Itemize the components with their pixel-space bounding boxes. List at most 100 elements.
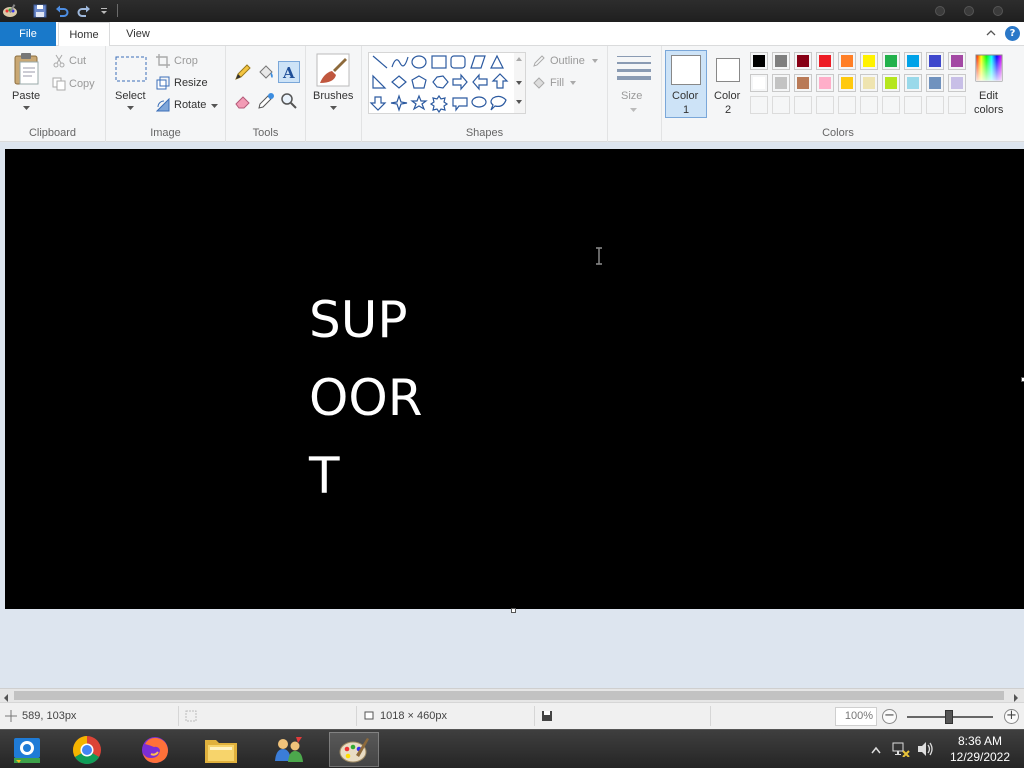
horizontal-scrollbar[interactable] [0,688,1024,702]
zoom-out-button[interactable]: − [882,709,897,724]
palette-swatch[interactable] [816,52,834,70]
pencil-tool-icon[interactable] [234,63,252,81]
tab-file[interactable]: File [0,22,56,46]
select-dropdown-icon[interactable] [127,106,134,111]
custom-color-slot[interactable] [772,96,790,114]
zoom-in-button[interactable]: + [1004,709,1019,724]
palette-swatch[interactable] [816,74,834,92]
brushes-dropdown-icon[interactable] [330,106,337,111]
close-button[interactable] [993,6,1003,16]
resize-icon [156,76,170,90]
rotate-dropdown-icon[interactable] [211,104,218,109]
fill-dropdown-icon[interactable] [570,81,576,85]
palette-swatch[interactable] [750,74,768,92]
size-button[interactable]: Size [621,90,642,102]
network-icon[interactable] [892,741,910,760]
text-tool-icon[interactable]: A [278,61,300,83]
paste-dropdown-icon[interactable] [23,106,30,111]
palette-swatch[interactable] [860,52,878,70]
drawing-canvas[interactable]: SUP OOR T [5,149,1024,609]
palette-swatch-color [753,55,765,67]
cut-button[interactable]: Cut [69,55,86,67]
minimize-button[interactable] [935,6,945,16]
brushes-icon[interactable] [316,53,350,87]
custom-color-slot[interactable] [882,96,900,114]
help-icon[interactable]: ? [1005,26,1020,41]
taskbar-chrome-remote-desktop[interactable] [2,732,52,767]
rotate-button[interactable]: Rotate [174,99,206,111]
volume-icon[interactable] [916,741,934,760]
crop-button[interactable]: Crop [174,55,198,67]
fill-bucket-icon[interactable] [257,63,275,81]
brushes-button[interactable]: Brushes [313,90,353,102]
edit-colors-icon[interactable] [975,54,1003,82]
palette-swatch[interactable] [926,52,944,70]
custom-color-slot[interactable] [794,96,812,114]
custom-color-slot[interactable] [926,96,944,114]
outline-dropdown-icon[interactable] [592,59,598,63]
palette-swatch[interactable] [860,74,878,92]
custom-color-slot[interactable] [904,96,922,114]
undo-icon[interactable] [54,3,70,19]
resize-button[interactable]: Resize [174,77,208,89]
minimize-ribbon-icon[interactable] [985,27,997,39]
custom-color-slot[interactable] [750,96,768,114]
select-icon[interactable] [115,56,147,82]
maximize-button[interactable] [964,6,974,16]
redo-icon[interactable] [76,3,92,19]
edit-colors-label[interactable]: Edit [979,90,998,102]
text-cursor-icon [594,247,604,268]
palette-swatch[interactable] [948,74,966,92]
palette-swatch[interactable] [904,74,922,92]
fill-button[interactable]: Fill [550,77,564,89]
copy-button[interactable]: Copy [69,78,95,90]
palette-swatch[interactable] [838,52,856,70]
custom-color-slot[interactable] [948,96,966,114]
size-dropdown-icon[interactable] [630,108,637,113]
canvas-workspace[interactable]: SUP OOR T [0,143,1024,688]
palette-swatch[interactable] [904,52,922,70]
resize-handle-bottom[interactable] [511,608,516,613]
zoom-level[interactable]: 100% [835,707,877,726]
palette-swatch[interactable] [948,52,966,70]
outline-button[interactable]: Outline [550,55,585,67]
palette-swatch[interactable] [882,74,900,92]
taskbar-chrome[interactable] [62,732,112,767]
palette-swatch[interactable] [794,74,812,92]
custom-color-slot[interactable] [838,96,856,114]
taskbar-firefox[interactable] [130,732,180,767]
color2-swatch[interactable] [716,58,740,82]
paste-button[interactable]: Paste [12,90,40,102]
palette-swatch[interactable] [772,52,790,70]
paste-icon[interactable] [12,52,42,86]
taskbar-clock[interactable]: 8:36 AM 12/29/2022 [938,733,1022,765]
palette-swatch[interactable] [772,74,790,92]
select-button[interactable]: Select [115,90,146,102]
custom-color-slot[interactable] [816,96,834,114]
tab-view[interactable]: View [114,22,162,46]
shapes-gallery[interactable] [368,52,526,114]
custom-color-slot[interactable] [860,96,878,114]
taskbar-paint[interactable] [329,732,379,767]
palette-swatch[interactable] [882,52,900,70]
customize-quick-access-icon[interactable] [96,3,112,19]
palette-swatch[interactable] [750,52,768,70]
zoom-slider-thumb[interactable] [945,710,953,724]
edit-colors-label-2[interactable]: colors [974,104,1003,116]
palette-swatch-color [951,77,963,89]
color-picker-icon[interactable] [257,92,275,110]
palette-swatch[interactable] [794,52,812,70]
taskbar-network-people[interactable] [264,732,314,767]
show-hidden-icons-icon[interactable] [871,744,881,757]
taskbar-file-explorer[interactable] [196,732,246,767]
canvas-text[interactable]: SUP OOR T [309,281,422,515]
palette-swatch[interactable] [926,74,944,92]
palette-swatch[interactable] [838,74,856,92]
eraser-icon[interactable] [234,92,252,110]
tab-home[interactable]: Home [58,22,110,47]
palette-swatch-color [885,77,897,89]
magnifier-icon[interactable] [280,92,298,110]
scrollbar-thumb[interactable] [14,691,1004,700]
save-icon[interactable] [32,3,48,19]
paint-app-icon[interactable] [2,3,18,19]
